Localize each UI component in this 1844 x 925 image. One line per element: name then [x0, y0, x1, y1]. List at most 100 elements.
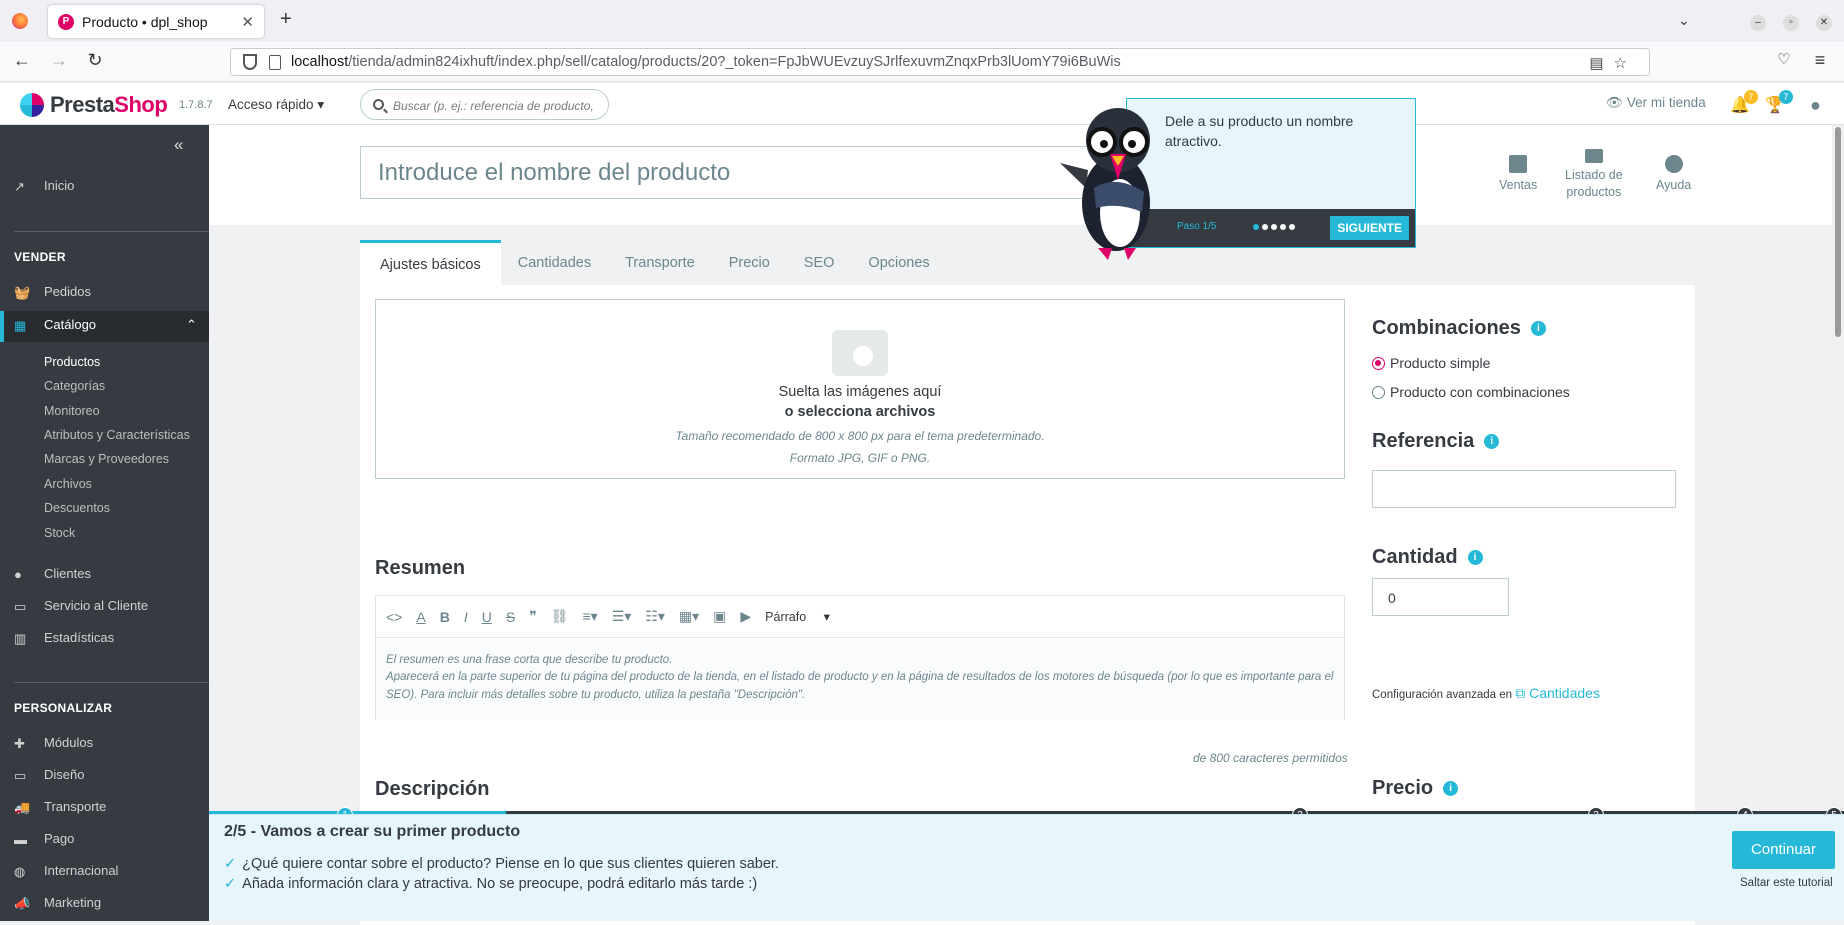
strikethrough-icon[interactable]: S: [506, 609, 515, 625]
minimize-icon[interactable]: –: [1750, 12, 1766, 31]
admin-header: PrestaShop 1.7.8.7 Acceso rápido ▾ Busca…: [0, 83, 1844, 125]
summary-title: Resumen: [375, 557, 466, 579]
quantities-link[interactable]: ⧉ Cantidades: [1515, 685, 1600, 701]
back-icon[interactable]: ←: [10, 50, 34, 71]
shield-icon[interactable]: [243, 54, 257, 70]
tab-quantities[interactable]: Cantidades: [501, 240, 608, 285]
continue-button[interactable]: Continuar: [1732, 831, 1835, 869]
align-icon[interactable]: ≡▾: [583, 608, 598, 625]
select-files-link[interactable]: o selecciona archivos: [376, 404, 1344, 420]
sidebar-item-catalog[interactable]: ▦ Catálogo: [14, 317, 96, 333]
tab-list-icon[interactable]: ⌄: [1678, 12, 1690, 29]
page-scrollbar[interactable]: [1832, 125, 1844, 811]
sidebar-item-shipping[interactable]: 🚚 Transporte: [14, 799, 106, 815]
bullet-list-icon[interactable]: ☰▾: [612, 608, 632, 625]
sidebar-sub-monitoring[interactable]: Monitoreo: [44, 404, 100, 418]
advanced-label: Configuración avanzada en: [1372, 689, 1513, 701]
quick-access-dropdown[interactable]: Acceso rápido ▾: [228, 97, 324, 113]
table-icon[interactable]: ▦▾: [679, 608, 699, 625]
menu-icon[interactable]: ≡: [1808, 50, 1832, 71]
link-icon[interactable]: ⛓: [551, 608, 569, 625]
collapse-sidebar-icon[interactable]: «: [174, 135, 183, 155]
radio-simple-product[interactable]: Producto simple: [1372, 355, 1490, 371]
notifications-bell-icon[interactable]: 🔔 7: [1730, 90, 1758, 115]
info-icon[interactable]: i: [1530, 321, 1546, 337]
sidebar-sub-brands[interactable]: Marcas y Proveedores: [44, 452, 169, 466]
product-name-input[interactable]: Introduce el nombre del producto: [360, 146, 1120, 199]
tab-shipping[interactable]: Transporte: [608, 240, 712, 285]
tab-seo[interactable]: SEO: [787, 240, 852, 285]
summary-editor[interactable]: <> A B I U S ❞ ⛓ ≡▾ ☰▾ ☷▾ ▦▾ ▣ ▶ Párrafo…: [375, 595, 1345, 720]
product-list-button[interactable]: Listado de productos: [1565, 149, 1623, 201]
reference-input[interactable]: [1372, 470, 1676, 508]
radio-with-combinations[interactable]: Producto con combinaciones: [1372, 384, 1570, 400]
maximize-icon[interactable]: ▫: [1783, 12, 1799, 31]
char-counter: de 800 caracteres permitidos: [1193, 751, 1348, 765]
image-icon[interactable]: ▣: [713, 608, 726, 625]
sidebar-item-international[interactable]: ◍ Internacional: [14, 863, 118, 879]
close-window-icon[interactable]: ✕: [1816, 12, 1832, 31]
source-code-icon[interactable]: <>: [386, 609, 402, 625]
reload-icon[interactable]: ↻: [83, 50, 107, 71]
help-label: Ayuda: [1656, 178, 1692, 192]
sidebar-item-payment[interactable]: ▬ Pago: [14, 831, 74, 847]
tour-step-label: Paso 1/5: [1177, 221, 1217, 232]
sidebar-item-home[interactable]: ↗ Inicio: [14, 178, 74, 194]
sidebar-item-marketing[interactable]: 📣 Marketing: [14, 895, 101, 911]
tour-next-button[interactable]: SIGUIENTE: [1330, 216, 1409, 240]
account-icon[interactable]: ●: [1810, 95, 1821, 116]
sidebar-item-design[interactable]: ▭ Diseño: [14, 767, 84, 783]
search-icon: [373, 99, 384, 110]
sidebar-item-customers[interactable]: ● Clientes: [14, 566, 91, 582]
scrollbar-thumb[interactable]: [1835, 127, 1841, 337]
info-icon[interactable]: i: [1443, 781, 1459, 797]
underline-icon[interactable]: U: [482, 609, 492, 625]
prestashop-logo[interactable]: PrestaShop: [20, 92, 168, 118]
editor-toolbar: <> A B I U S ❞ ⛓ ≡▾ ☰▾ ☷▾ ▦▾ ▣ ▶ Párrafo…: [376, 596, 1344, 638]
image-dropzone[interactable]: Suelta las imágenes aquí o selecciona ar…: [375, 299, 1345, 479]
sidebar-item-service[interactable]: ▭ Servicio al Cliente: [14, 598, 148, 614]
quantity-input[interactable]: 0: [1372, 578, 1509, 616]
quote-icon[interactable]: ❞: [529, 608, 537, 625]
sidebar-sub-stock[interactable]: Stock: [44, 526, 75, 540]
sidebar-sub-categories[interactable]: Categorías: [44, 379, 105, 393]
pocket-icon[interactable]: ♡: [1772, 50, 1796, 68]
paragraph-format-label: Párrafo: [765, 610, 807, 624]
description-title: Descripción: [375, 778, 490, 800]
tab-basic-settings[interactable]: Ajustes básicos: [360, 240, 501, 285]
page-info-icon[interactable]: [269, 54, 281, 70]
skip-tutorial-link[interactable]: Saltar este tutorial: [1740, 877, 1833, 889]
italic-icon[interactable]: I: [464, 609, 468, 625]
browser-tab[interactable]: P Producto • dpl_shop ✕: [48, 5, 264, 38]
text-color-icon[interactable]: A: [416, 609, 425, 625]
search-input[interactable]: Buscar (p. ej.: referencia de producto,: [360, 89, 609, 120]
sidebar-sub-discounts[interactable]: Descuentos: [44, 501, 110, 515]
sidebar-item-orders[interactable]: 🧺 Pedidos: [14, 284, 91, 300]
sales-button[interactable]: Ventas: [1499, 155, 1537, 194]
url-bar[interactable]: localhost/tienda/admin824ixhuft/index.ph…: [230, 48, 1650, 76]
new-tab-icon[interactable]: +: [280, 8, 292, 31]
bold-icon[interactable]: B: [440, 609, 450, 625]
price-label: Precio: [1372, 777, 1434, 799]
bookmark-star-icon[interactable]: ▤☆: [1589, 54, 1637, 72]
sidebar-sub-files[interactable]: Archivos: [44, 477, 92, 491]
info-icon[interactable]: i: [1484, 434, 1500, 450]
paragraph-format-select[interactable]: Párrafo ▾: [765, 609, 830, 624]
forward-icon[interactable]: →: [47, 50, 71, 71]
tab-price[interactable]: Precio: [712, 240, 787, 285]
info-icon[interactable]: i: [1467, 550, 1483, 566]
close-tab-icon[interactable]: ✕: [241, 13, 254, 31]
summary-placeholder[interactable]: El resumen es una frase corta que descri…: [376, 638, 1344, 720]
numbered-list-icon[interactable]: ☷▾: [645, 608, 665, 625]
tab-options[interactable]: Opciones: [851, 240, 946, 285]
sidebar-item-stats[interactable]: ▥ Estadísticas: [14, 630, 114, 646]
help-button[interactable]: Ayuda: [1656, 155, 1691, 194]
price-title: Precio i: [1372, 777, 1459, 800]
media-icon[interactable]: ▶: [740, 608, 751, 625]
view-shop-link[interactable]: 👁 Ver mi tienda: [1606, 95, 1706, 111]
sidebar-sub-products[interactable]: Productos: [44, 355, 100, 369]
quantity-label: Cantidad: [1372, 546, 1458, 568]
sidebar-sub-attributes[interactable]: Atributos y Características: [44, 428, 190, 442]
trophy-icon[interactable]: 🏆 7: [1765, 90, 1793, 115]
sidebar-item-modules[interactable]: ✚ Módulos: [14, 735, 93, 751]
